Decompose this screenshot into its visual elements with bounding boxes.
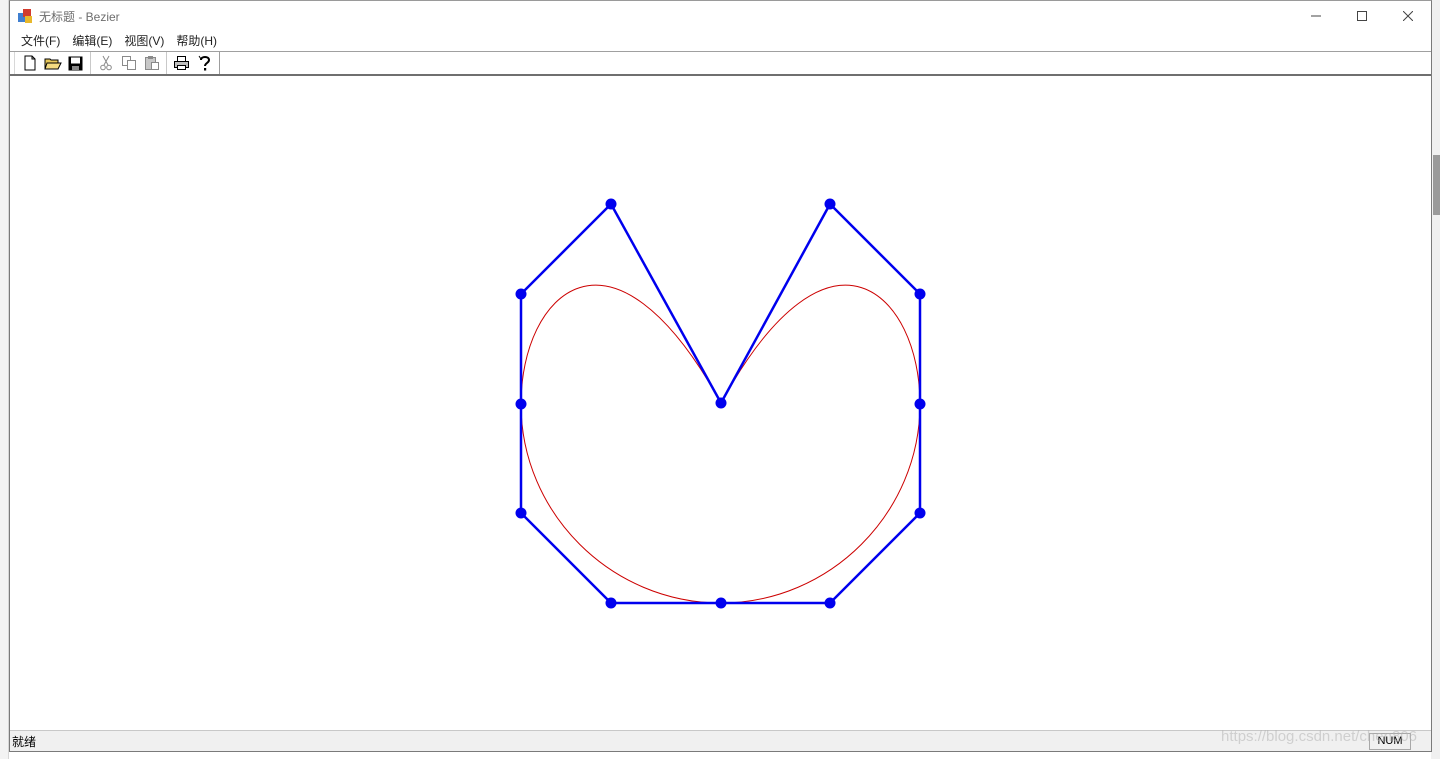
- status-text: 就绪: [12, 734, 37, 749]
- num-lock-indicator: NUM: [1369, 732, 1411, 750]
- minimize-button[interactable]: [1293, 1, 1339, 31]
- copy-button[interactable]: [117, 52, 140, 74]
- menu-file[interactable]: 文件(F): [15, 31, 66, 51]
- help-icon: [198, 55, 210, 70]
- save-button[interactable]: [64, 52, 87, 74]
- background-window-strip-right: [1431, 0, 1440, 759]
- control-point[interactable]: [824, 597, 836, 609]
- menu-edit[interactable]: 编辑(E): [66, 31, 118, 51]
- save-icon: [68, 56, 83, 70]
- toolbar: [10, 51, 1431, 76]
- control-polygon-edge: [609, 203, 723, 404]
- control-point[interactable]: [914, 398, 926, 410]
- help-button[interactable]: [193, 52, 216, 74]
- maximize-button[interactable]: [1339, 1, 1385, 31]
- control-point[interactable]: [914, 507, 926, 519]
- window-title: 无标题 - Bezier: [39, 9, 120, 24]
- copy-icon: [121, 56, 136, 70]
- bezier-curve-path: [520, 284, 921, 604]
- control-polygon-edge: [520, 203, 612, 295]
- control-polygon-edge: [719, 203, 832, 404]
- bezier-drawing: [515, 198, 926, 609]
- app-window: 无标题 - Bezier 文件(F) 编辑(E) 视图(V) 帮助(H) 就绪 …: [9, 0, 1432, 752]
- control-point[interactable]: [515, 507, 527, 519]
- control-point[interactable]: [715, 597, 727, 609]
- control-polygon-edge: [829, 512, 921, 604]
- new-file-icon: [24, 55, 35, 71]
- control-point[interactable]: [824, 198, 836, 210]
- bezier-curve: [520, 284, 921, 604]
- control-point[interactable]: [605, 597, 617, 609]
- print-icon: [174, 56, 189, 70]
- paste-button[interactable]: [140, 52, 163, 74]
- menu-bar: 文件(F) 编辑(E) 视图(V) 帮助(H): [10, 31, 1431, 51]
- title-bar[interactable]: 无标题 - Bezier: [10, 1, 1431, 31]
- control-points: [515, 198, 926, 609]
- control-point[interactable]: [914, 288, 926, 300]
- control-polygon-edge: [520, 512, 612, 604]
- new-file-button[interactable]: [18, 52, 41, 74]
- menu-view[interactable]: 视图(V): [118, 31, 170, 51]
- maximize-icon: [1357, 11, 1367, 21]
- control-point[interactable]: [515, 398, 527, 410]
- menu-help[interactable]: 帮助(H): [170, 31, 223, 51]
- paste-icon: [144, 56, 159, 70]
- control-point[interactable]: [515, 288, 527, 300]
- control-point[interactable]: [715, 397, 727, 409]
- drawing-canvas[interactable]: [10, 78, 1431, 730]
- cut-button[interactable]: [94, 52, 117, 74]
- close-icon: [1403, 11, 1413, 21]
- minimize-icon: [1311, 15, 1321, 17]
- cut-icon: [99, 55, 112, 71]
- background-window-strip: [0, 0, 9, 759]
- print-button[interactable]: [170, 52, 193, 74]
- control-point[interactable]: [605, 198, 617, 210]
- status-bar: 就绪 NUM: [10, 730, 1431, 751]
- app-icon: [17, 8, 33, 24]
- open-folder-icon: [43, 58, 62, 70]
- close-button[interactable]: [1385, 1, 1431, 31]
- open-button[interactable]: [41, 52, 64, 74]
- control-polygon-edge: [829, 203, 921, 295]
